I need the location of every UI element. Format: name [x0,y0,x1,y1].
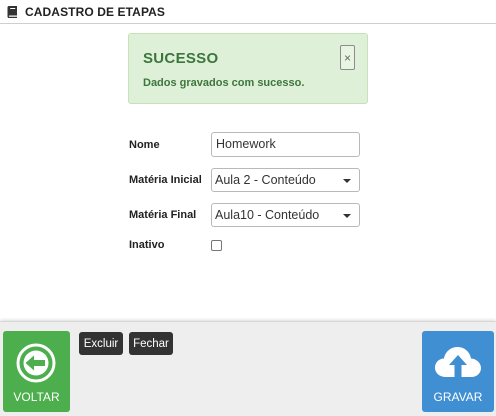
materia-inicial-label: Matéria Inicial [129,174,202,186]
materia-final-value: Aula10 - Conteúdo [215,208,320,222]
materia-inicial-select[interactable]: Aula 2 - Conteúdo [211,168,360,192]
excluir-button[interactable]: Excluir [79,332,123,355]
inativo-label: Inativo [129,239,165,251]
alert-title: SUCESSO [143,50,219,67]
footer-toolbar: VOLTAR Excluir Fechar GRAVAR [0,321,496,416]
chevron-down-icon [343,179,351,183]
fechar-button[interactable]: Fechar [129,332,173,355]
nome-label: Nome [129,139,160,151]
materia-inicial-value: Aula 2 - Conteúdo [215,173,316,187]
alert-message: Dados gravados com sucesso. [143,77,305,89]
voltar-label: VOLTAR [13,390,60,404]
success-alert: SUCESSO Dados gravados com sucesso. × [128,33,368,104]
nome-input[interactable]: Homework [211,132,360,157]
materia-final-label: Matéria Final [129,209,197,221]
book-icon [5,5,19,19]
close-icon: × [343,50,351,65]
close-alert-button[interactable]: × [340,45,355,70]
gravar-button[interactable]: GRAVAR [422,331,494,412]
voltar-button[interactable]: VOLTAR [3,331,70,412]
page-title: CADASTRO DE ETAPAS [25,4,166,19]
materia-final-select[interactable]: Aula10 - Conteúdo [211,203,360,227]
cloud-upload-icon [435,347,481,379]
chevron-down-icon [343,214,351,218]
inativo-checkbox[interactable] [211,240,222,251]
back-arrow-icon [16,343,56,383]
gravar-label: GRAVAR [433,390,483,404]
page-header: CADASTRO DE ETAPAS [0,0,496,24]
